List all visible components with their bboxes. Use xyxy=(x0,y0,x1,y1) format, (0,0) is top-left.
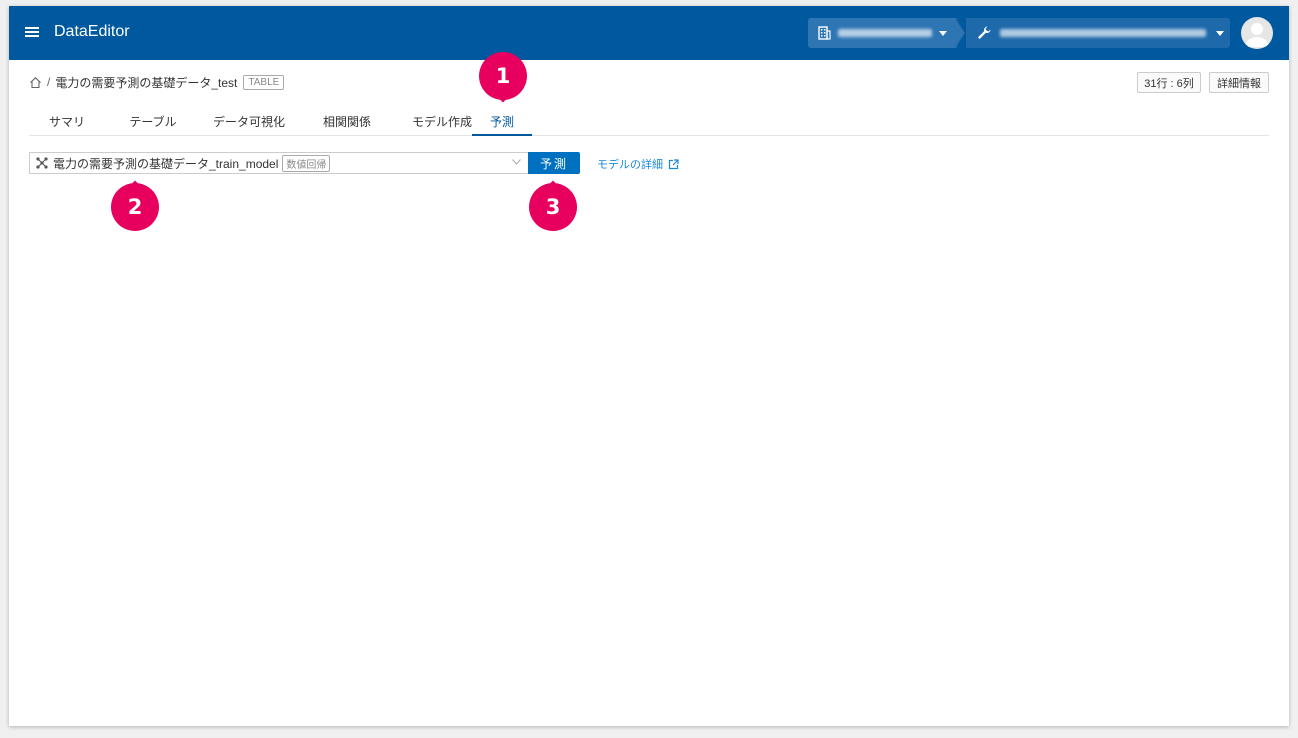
rows-columns-button[interactable]: 31行 : 6列 xyxy=(1137,72,1201,93)
redacted-project-name xyxy=(1000,29,1206,37)
breadcrumb: / 電力の需要予測の基礎データ_test TABLE xyxy=(29,73,285,91)
chevron-down-icon xyxy=(512,159,521,165)
tab-prediction[interactable]: 予測 xyxy=(472,106,532,136)
app-title: DataEditor xyxy=(54,23,130,40)
breadcrumb-separator: / xyxy=(47,75,51,89)
details-button[interactable]: 詳細情報 xyxy=(1209,72,1269,93)
callout-marker-2: 2 xyxy=(111,183,159,231)
dataset-name: 電力の需要予測の基礎データ_test xyxy=(55,75,238,90)
tab-data-visualization[interactable]: データ可視化 xyxy=(199,106,299,136)
external-link-icon xyxy=(668,158,679,169)
tab-table[interactable]: テーブル xyxy=(116,106,190,136)
caret-down-icon xyxy=(939,31,947,36)
callout-marker-3: 3 xyxy=(529,183,577,231)
tab-summary[interactable]: サマリ xyxy=(38,106,96,136)
callout-marker-1: 1 xyxy=(479,52,527,100)
organization-selector[interactable] xyxy=(808,18,958,48)
user-avatar[interactable] xyxy=(1241,17,1273,49)
callout-marker-1-number: 1 xyxy=(495,64,511,88)
model-details-label: モデルの詳細 xyxy=(597,159,663,171)
predict-button[interactable]: 予測 xyxy=(528,152,580,174)
hamburger-menu-icon[interactable] xyxy=(25,25,39,39)
project-selector[interactable] xyxy=(966,18,1230,48)
model-name: 電力の需要予測の基礎データ_train_model xyxy=(53,156,279,171)
model-select[interactable]: 電力の需要予測の基礎データ_train_model 数値回帰 xyxy=(29,152,529,174)
user-icon xyxy=(1245,23,1269,47)
tab-bar: サマリ テーブル データ可視化 相関関係 モデル作成 予測 xyxy=(29,106,1269,136)
tab-correlation[interactable]: 相関関係 xyxy=(307,106,387,136)
model-type-badge: 数値回帰 xyxy=(282,154,331,172)
callout-marker-3-number: 3 xyxy=(545,195,561,219)
top-bar: DataEditor xyxy=(9,6,1289,60)
model-details-link[interactable]: モデルの詳細 xyxy=(597,156,679,172)
app-window: DataEditor / 電力の需要予測の基礎データ_test TABLE 31… xyxy=(9,6,1289,726)
dataset-type-badge: TABLE xyxy=(243,74,285,90)
caret-down-icon xyxy=(1216,31,1224,36)
wrench-icon xyxy=(978,26,991,39)
callout-marker-2-number: 2 xyxy=(127,195,143,219)
building-icon xyxy=(818,26,831,40)
redacted-organization-name xyxy=(838,29,932,37)
model-network-icon xyxy=(36,157,48,169)
home-icon[interactable] xyxy=(29,76,42,89)
